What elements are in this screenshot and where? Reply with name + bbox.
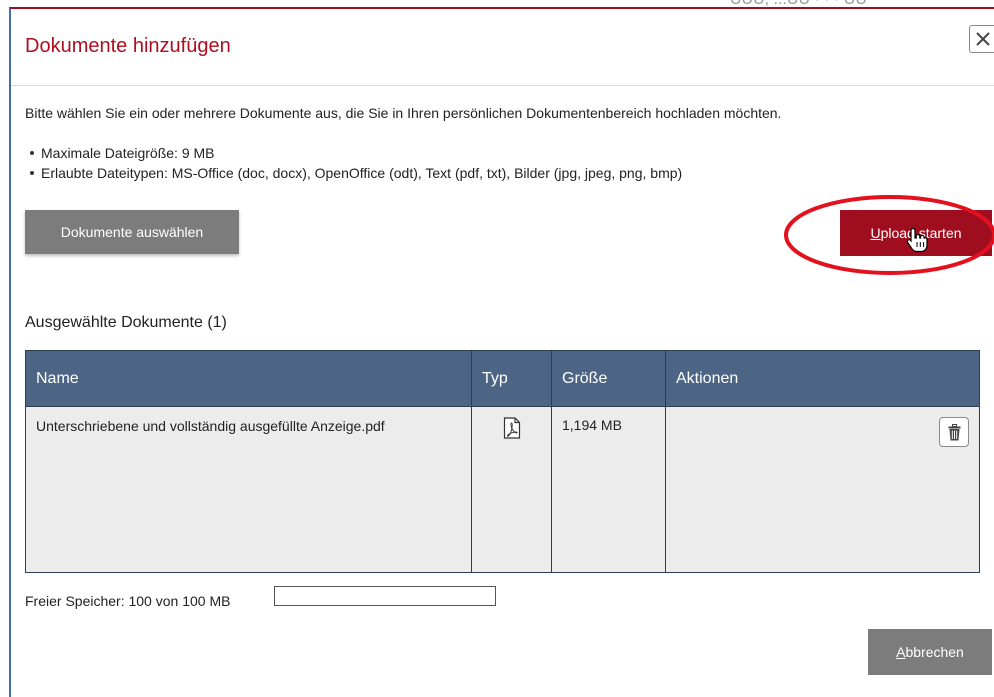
bullet-dot (30, 151, 34, 155)
header-size: Größe (551, 350, 666, 407)
trash-icon (948, 424, 961, 441)
intro-text: Bitte wählen Sie ein oder mehrere Dokume… (25, 105, 782, 121)
close-icon (976, 32, 990, 46)
document-name: Unterschriebene und vollständig ausgefül… (25, 406, 472, 573)
delete-document-button[interactable] (939, 417, 969, 447)
upload-constraints-list: Maximale Dateigröße: 9 MB Erlaubte Datei… (25, 143, 682, 183)
title-divider (11, 85, 994, 86)
document-actions-cell (665, 406, 980, 573)
table-row: Unterschriebene und vollständig ausgefül… (25, 406, 980, 573)
bullet-dot (30, 171, 34, 175)
constraint-file-types: Erlaubte Dateitypen: MS-Office (doc, doc… (25, 163, 682, 183)
document-type-cell (471, 406, 552, 573)
selected-documents-table: Name Typ Größe Aktionen Unterschriebene … (25, 350, 980, 573)
document-size: 1,194 MB (551, 406, 666, 573)
constraint-max-size-text: Maximale Dateigröße: 9 MB (41, 145, 215, 161)
select-documents-button[interactable]: Dokumente auswählen (25, 210, 239, 254)
upload-start-button[interactable]: Upload starten (840, 210, 992, 256)
dialog-title: Dokumente hinzufügen (25, 35, 231, 57)
constraint-max-size: Maximale Dateigröße: 9 MB (25, 143, 682, 163)
selected-documents-heading: Ausgewählte Dokumente (1) (25, 314, 227, 331)
upload-mnemonic: U (870, 225, 881, 241)
pdf-file-icon (503, 417, 520, 439)
free-storage-label: Freier Speicher: 100 von 100 MB (25, 593, 231, 609)
header-name: Name (25, 350, 472, 407)
storage-usage-bar (274, 586, 496, 606)
add-documents-dialog: Dokumente hinzufügen Bitte wählen Sie ei… (9, 7, 994, 697)
upload-label-rest: pload starten (880, 225, 962, 241)
header-type: Typ (471, 350, 552, 407)
close-button[interactable] (969, 25, 994, 53)
table-header-row: Name Typ Größe Aktionen (25, 350, 980, 407)
constraint-file-types-text: Erlaubte Dateitypen: MS-Office (doc, doc… (41, 165, 683, 181)
cancel-label-rest: bbrechen (905, 644, 964, 660)
cancel-button[interactable]: Abbrechen (868, 629, 992, 675)
header-actions: Aktionen (665, 350, 980, 407)
